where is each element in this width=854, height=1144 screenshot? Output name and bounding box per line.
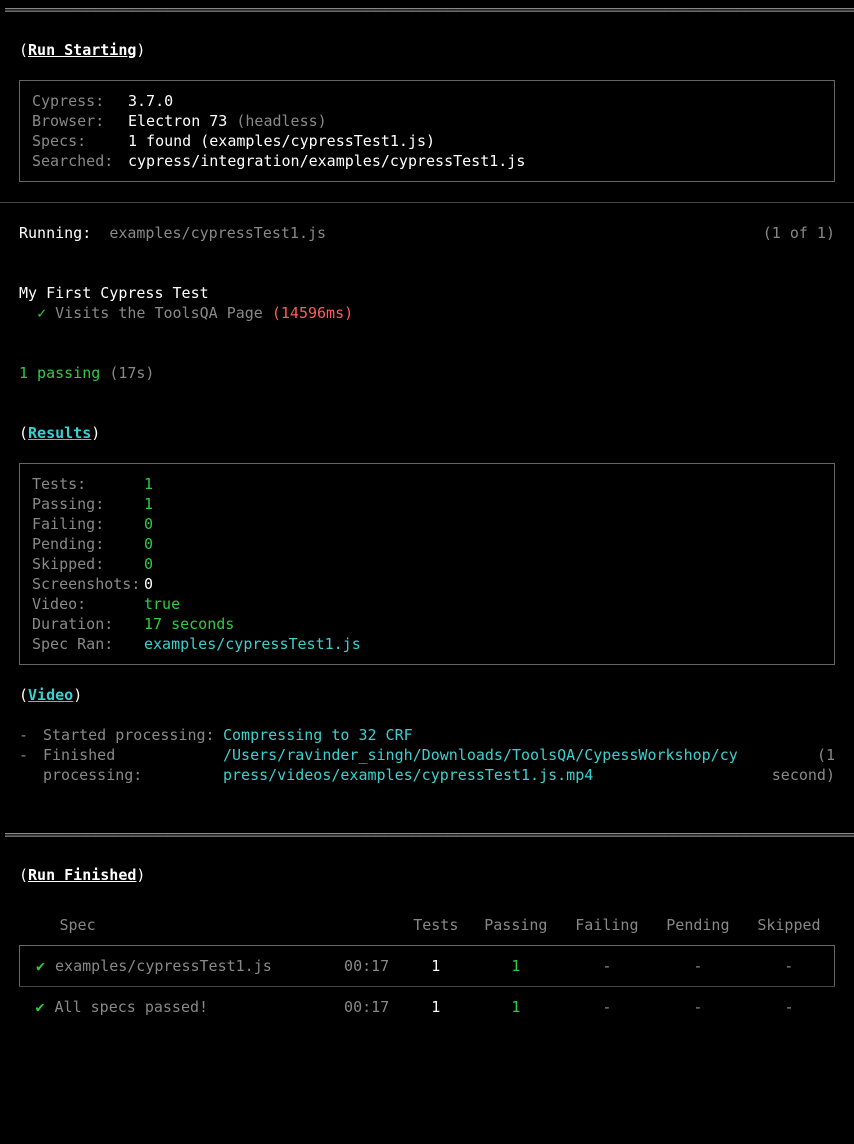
run-finished-header: (Run Finished) (19, 865, 835, 885)
results-label: Tests: (32, 474, 144, 494)
results-label: Spec Ran: (32, 634, 144, 654)
test-case-line: ✓ Visits the ToolsQA Page (14596ms) (19, 303, 835, 323)
col-spec: Spec (20, 905, 333, 946)
video-finished-time: (1 second) (745, 745, 835, 785)
run-starting-header: (Run Starting) (19, 40, 835, 60)
searched-label: Searched: (32, 151, 128, 171)
dash-icon: - (19, 725, 43, 745)
results-value: 0 (144, 514, 153, 534)
col-failing: Failing (561, 905, 652, 946)
results-label: Skipped: (32, 554, 144, 574)
divider (0, 202, 854, 203)
col-tests: Tests (401, 905, 470, 946)
running-count: (1 of 1) (763, 223, 835, 243)
cypress-label: Cypress: (32, 91, 128, 111)
table-summary-row: ✔All specs passed! 00:17 1 1 - - - (20, 987, 835, 1028)
results-row: Failing:0 (32, 514, 822, 534)
video-finished-label: Finished processing: (43, 745, 223, 785)
results-row: Screenshots:0 (32, 574, 822, 594)
run-finished-table: Spec Tests Passing Failing Pending Skipp… (19, 905, 835, 1027)
results-row: Spec Ran:examples/cypressTest1.js (32, 634, 822, 654)
table-header-row: Spec Tests Passing Failing Pending Skipp… (20, 905, 835, 946)
col-pending: Pending (652, 905, 743, 946)
results-row: Pending:0 (32, 534, 822, 554)
results-row: Tests:1 (32, 474, 822, 494)
check-icon: ✓ (37, 304, 46, 322)
results-row: Passing:1 (32, 494, 822, 514)
col-time (332, 905, 401, 946)
video-header: (Video) (19, 685, 835, 705)
run-starting-box: Cypress: 3.7.0 Browser: Electron 73 (hea… (19, 80, 835, 182)
results-label: Pending: (32, 534, 144, 554)
results-value: 0 (144, 534, 153, 554)
video-started-label: Started processing: (43, 725, 223, 745)
browser-label: Browser: (32, 111, 128, 131)
cypress-value: 3.7.0 (128, 91, 173, 111)
col-passing: Passing (470, 905, 561, 946)
video-block: - Started processing: Compressing to 32 … (19, 725, 835, 785)
results-value: 17 seconds (144, 614, 234, 634)
results-header: (Results) (19, 423, 835, 443)
running-line: Running: examples/cypressTest1.js (1 of … (19, 223, 835, 243)
results-label: Screenshots: (32, 574, 144, 594)
results-value: 0 (144, 554, 153, 574)
specs-value: 1 found (examples/cypressTest1.js) (128, 131, 435, 151)
dash-icon: - (19, 745, 43, 785)
results-label: Passing: (32, 494, 144, 514)
check-icon: ✔ (36, 957, 45, 975)
test-suite-name: My First Cypress Test (19, 283, 835, 303)
video-started-value: Compressing to 32 CRF (223, 725, 745, 745)
results-label: Video: (32, 594, 144, 614)
results-row: Video:true (32, 594, 822, 614)
bottom-rule: ════════════════════════════════════════… (0, 825, 854, 845)
searched-value: cypress/integration/examples/cypressTest… (128, 151, 525, 171)
col-skipped: Skipped (743, 905, 834, 946)
results-box: Tests:1Passing:1Failing:0Pending:0Skippe… (19, 463, 835, 665)
results-value: 0 (144, 574, 153, 594)
table-row: ✔examples/cypressTest1.js 00:17 1 1 - - … (20, 946, 835, 987)
results-value: 1 (144, 474, 153, 494)
specs-label: Specs: (32, 131, 128, 151)
passing-summary: 1 passing (17s) (19, 363, 835, 383)
browser-value: Electron 73 (headless) (128, 111, 327, 131)
results-value: 1 (144, 494, 153, 514)
check-icon: ✔ (36, 998, 45, 1016)
results-value: examples/cypressTest1.js (144, 634, 361, 654)
video-finished-value: /Users/ravinder_singh/Downloads/ToolsQA/… (223, 745, 745, 785)
top-rule: ════════════════════════════════════════… (0, 0, 854, 20)
results-value: true (144, 594, 180, 614)
results-row: Duration:17 seconds (32, 614, 822, 634)
results-label: Duration: (32, 614, 144, 634)
results-label: Failing: (32, 514, 144, 534)
results-row: Skipped:0 (32, 554, 822, 574)
